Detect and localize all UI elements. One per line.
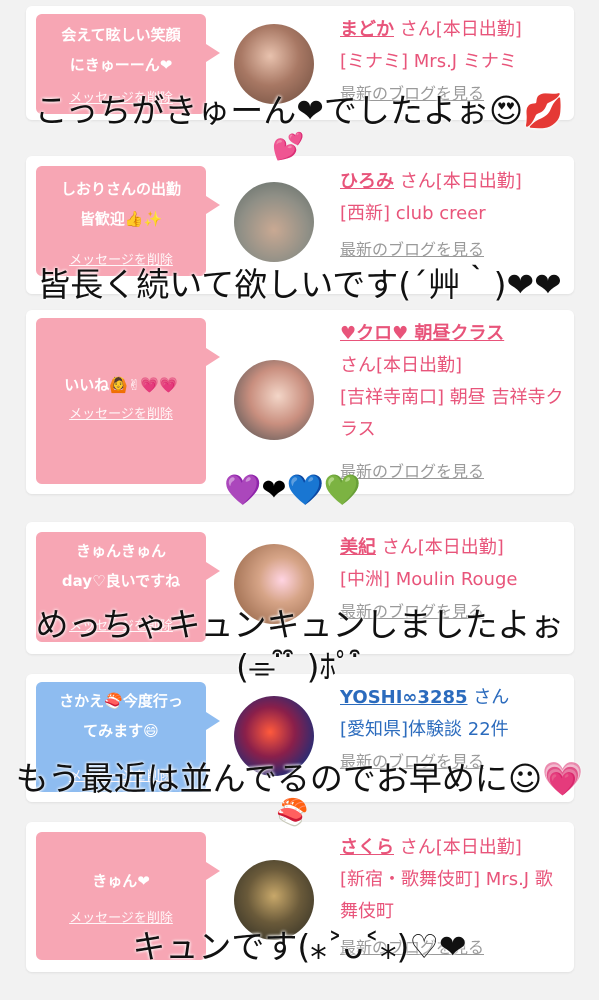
attendance-status: [本日出勤] [376, 355, 463, 376]
shop-name[interactable]: [新宿・歌舞伎町] Mrs.J 歌舞伎町 [340, 864, 564, 928]
honorific: さん [399, 19, 436, 40]
cast-name-link[interactable]: ♥クロ♥ 朝昼クラス [340, 323, 504, 344]
overlay-caption: (⌯ ͒ ͒ )ﾎﾟ ͒ [235, 647, 364, 686]
shop-name[interactable]: [中洲] Moulin Rouge [340, 564, 564, 596]
message-text: きゅん❤ [92, 872, 150, 890]
cast-name-link[interactable]: さくら [340, 837, 394, 858]
message-text: しおりさんの出勤 皆歓迎👍✨ [60, 180, 181, 228]
heart-sticker: 💕 [272, 132, 305, 162]
shop-name[interactable]: [西新] club creer [340, 198, 564, 230]
attendance-status: [本日出勤] [435, 19, 522, 40]
sushi-sticker: 🍣 [276, 798, 309, 828]
honorific: さん [399, 837, 436, 858]
honorific: さん [381, 537, 418, 558]
heart-sticker-row: 💜❤💙💚 [224, 473, 362, 508]
overlay-caption: こっちがきゅーん❤でしたよぉ😍💋 [34, 91, 565, 130]
message-bubble: いいね🙆✌💗💗 メッセージを削除 [36, 318, 220, 484]
honorific: さん [473, 687, 510, 708]
honorific: さん [399, 171, 436, 192]
message-text: いいね🙆✌💗💗 [64, 376, 178, 394]
message-card: いいね🙆✌💗💗 メッセージを削除 ♥クロ♥ 朝昼クラス さん[本日出勤] [吉祥… [26, 310, 574, 494]
overlay-caption: もう最近は並んでるのでお早めに☺💗 [15, 759, 584, 798]
cast-info: ♥クロ♥ 朝昼クラス さん[本日出勤] [吉祥寺南口] 朝昼 吉祥寺クラス 最新… [340, 318, 564, 488]
avatar[interactable] [234, 360, 314, 440]
delete-message-link[interactable]: メッセージを削除 [36, 406, 206, 424]
cast-name-link[interactable]: まどか [340, 19, 394, 40]
attendance-status: [本日出勤] [435, 171, 522, 192]
honorific: さん [340, 355, 376, 376]
attendance-status: [本日出勤] [417, 537, 504, 558]
attendance-status: [本日出勤] [435, 837, 522, 858]
message-text: 会えて眩しい笑顔 にきゅーーん❤ [61, 26, 181, 74]
latest-blog-link[interactable]: 最新のブログを見る [340, 456, 564, 488]
cast-info: ひろみ さん[本日出勤] [西新] club creer 最新のブログを見る [340, 166, 564, 266]
shop-name[interactable]: [愛知県]体験談 22件 [340, 714, 564, 746]
cast-name-link[interactable]: ひろみ [340, 171, 394, 192]
shop-name[interactable]: [吉祥寺南口] 朝昼 吉祥寺クラス [340, 382, 564, 446]
cast-name-link[interactable]: YOSHI∞3285 [340, 687, 468, 708]
message-text: きゅんきゅん day♡良いですね [61, 542, 181, 590]
message-text: さかえ🍣今度行っ てみます😄 [59, 692, 183, 740]
overlay-caption: キュンです(⁎˃ᴗ˂⁎)♡❤ [132, 927, 467, 966]
avatar[interactable] [234, 182, 314, 262]
cast-name-link[interactable]: 美紀 [340, 537, 376, 558]
overlay-caption: めっちゃキュンキュンしましたよぉ [35, 605, 564, 644]
shop-name[interactable]: [ミナミ] Mrs.J ミナミ [340, 46, 564, 78]
overlay-caption: 皆長く続いて欲しいです(´艸｀)❤❤ [37, 265, 562, 304]
